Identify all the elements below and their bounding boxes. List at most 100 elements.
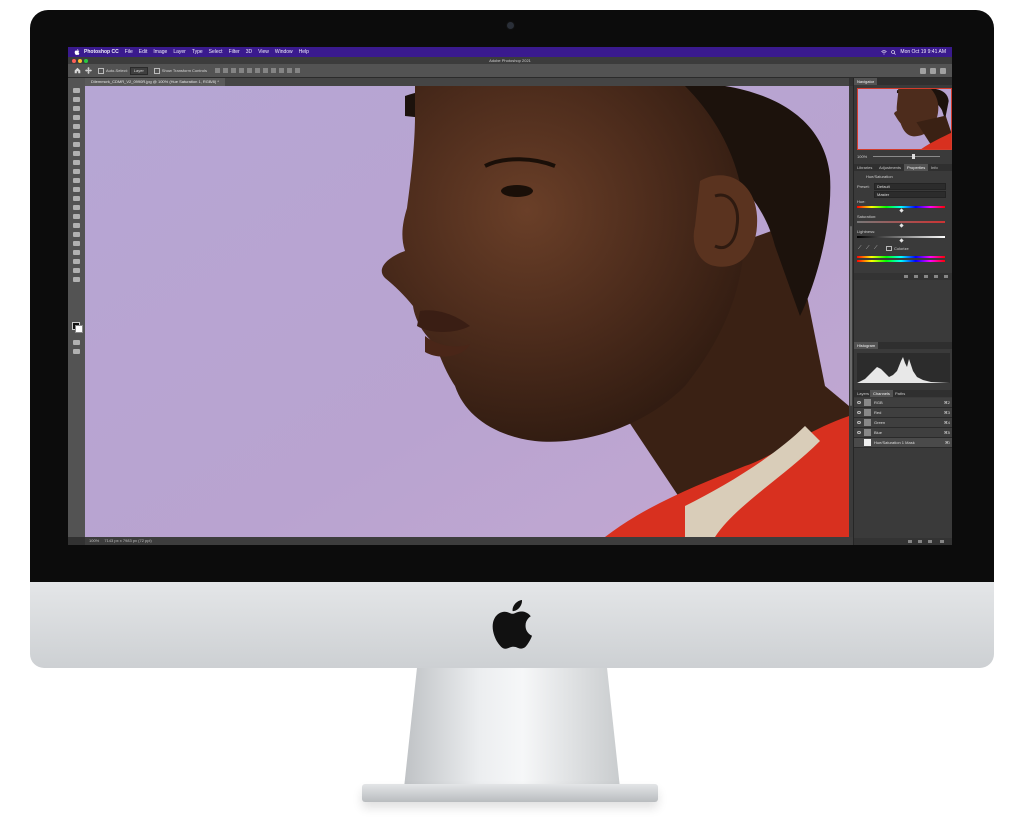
navigator-zoom-value[interactable]: 100% [857,154,867,159]
dodge-tool-icon[interactable] [73,214,80,219]
menu-clock[interactable]: Mon Oct 19 9:41 AM [900,49,946,55]
search-icon[interactable] [891,49,897,55]
move-tool-icon[interactable] [85,67,92,74]
trash-icon[interactable] [944,275,948,278]
colorize-checkbox[interactable] [886,246,892,251]
align-middle-icon[interactable] [246,68,252,73]
align-top-icon[interactable] [238,68,244,73]
eye-icon[interactable] [857,401,861,404]
menu-select[interactable]: Select [209,49,223,55]
home-icon[interactable] [74,67,81,74]
3d-mode-icon[interactable] [278,68,284,73]
menu-file[interactable]: File [125,49,133,55]
menu-image[interactable]: Image [153,49,167,55]
tab-libraries[interactable]: Libraries [854,164,875,171]
background-color-swatch[interactable] [75,325,83,333]
eyedropper-tool-icon[interactable] [73,142,80,147]
tab-paths[interactable]: Paths [892,390,908,397]
preset-dropdown[interactable]: Default [874,183,946,190]
eye-icon[interactable] [857,431,861,434]
edit-toolbar-icon[interactable] [73,277,80,282]
apple-menu-icon[interactable] [74,49,80,55]
document-tab[interactable]: Dilemmcrk_CDMR_V2_0990R.jpg @ 100% (Hue … [85,78,225,86]
tab-channels[interactable]: Channels [870,390,893,397]
tab-info[interactable]: Info [928,164,941,171]
status-zoom[interactable]: 100% [89,538,99,543]
move-tool-icon[interactable] [73,88,80,93]
healing-brush-tool-icon[interactable] [73,151,80,156]
align-bottom-icon[interactable] [254,68,260,73]
menu-type[interactable]: Type [192,49,203,55]
crop-tool-icon[interactable] [73,124,80,129]
reset-icon[interactable] [924,275,928,278]
tab-histogram[interactable]: Histogram [854,342,879,349]
screen-mode-icon[interactable] [73,349,80,354]
tab-adjustments[interactable]: Adjustments [876,164,904,171]
menu-edit[interactable]: Edit [139,49,148,55]
tab-properties[interactable]: Properties [904,164,929,171]
lasso-tool-icon[interactable] [73,106,80,111]
marquee-tool-icon[interactable] [73,97,80,102]
channel-row-red[interactable]: Red ⌘3 [854,408,952,418]
pan-3d-icon[interactable] [294,68,300,73]
eyedropper-icon[interactable]: ⟋ [858,245,862,251]
align-left-icon[interactable] [214,68,220,73]
distribute-icon[interactable] [262,68,268,73]
tab-navigator[interactable]: Navigator [854,78,878,85]
brush-tool-icon[interactable] [73,160,80,165]
menu-window[interactable]: Window [275,49,293,55]
menu-app-name[interactable]: Photoshop CC [84,49,119,55]
hue-slider-knob[interactable] [899,208,904,213]
eye-icon[interactable] [857,411,861,414]
pen-tool-icon[interactable] [73,223,80,228]
align-center-icon[interactable] [222,68,228,73]
shape-tool-icon[interactable] [73,250,80,255]
channel-row-rgb[interactable]: RGB ⌘2 [854,398,952,408]
navigator-thumbnail[interactable] [857,88,952,150]
quick-mask-icon[interactable] [73,340,80,345]
new-channel-icon[interactable] [928,540,932,543]
share-icon[interactable] [940,67,946,74]
eyedropper-plus-icon[interactable]: ⟋ [866,245,870,251]
blur-tool-icon[interactable] [73,205,80,210]
quick-select-tool-icon[interactable] [73,115,80,120]
saturation-slider-knob[interactable] [899,223,904,228]
history-brush-tool-icon[interactable] [73,178,80,183]
transform-controls-checkbox[interactable] [153,67,160,74]
eyedropper-minus-icon[interactable]: ⟋ [874,245,878,251]
align-right-icon[interactable] [230,68,236,73]
menu-layer[interactable]: Layer [173,49,186,55]
gradient-tool-icon[interactable] [73,196,80,201]
hand-tool-icon[interactable] [73,259,80,264]
search-icon[interactable] [920,67,926,74]
navigator-zoom-slider[interactable] [873,156,940,157]
save-selection-icon[interactable] [918,540,922,543]
trash-icon[interactable] [940,540,944,543]
lightness-slider-knob[interactable] [899,238,904,243]
menu-view[interactable]: View [258,49,269,55]
workspace-icon[interactable] [930,67,936,74]
more-options-icon[interactable] [270,68,276,73]
menu-filter[interactable]: Filter [229,49,240,55]
frame-tool-icon[interactable] [73,133,80,138]
eraser-tool-icon[interactable] [73,187,80,192]
scrollbar-thumb[interactable] [850,226,852,406]
load-selection-icon[interactable] [908,540,912,543]
document-canvas[interactable] [85,86,849,537]
type-tool-icon[interactable] [73,232,80,237]
navigator-zoom-knob[interactable] [912,154,915,159]
clone-stamp-tool-icon[interactable] [73,169,80,174]
eye-icon[interactable] [857,421,861,424]
menu-help[interactable]: Help [299,49,309,55]
orbit-icon[interactable] [286,68,292,73]
view-previous-icon[interactable] [914,275,918,278]
channel-row-mask[interactable]: Hue/Saturation 1 Mask ⌘\ [854,438,952,448]
channel-dropdown[interactable]: Master [874,191,946,198]
auto-select-dropdown[interactable]: Layer [129,66,148,75]
clip-to-layer-icon[interactable] [904,275,908,278]
zoom-tool-icon[interactable] [73,268,80,273]
path-selection-tool-icon[interactable] [73,241,80,246]
channel-row-green[interactable]: Green ⌘4 [854,418,952,428]
menu-3d[interactable]: 3D [246,49,252,55]
visibility-icon[interactable] [934,275,938,278]
